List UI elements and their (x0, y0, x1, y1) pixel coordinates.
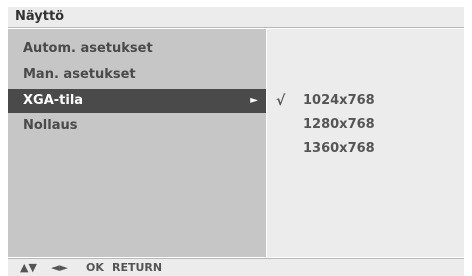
menu-item-label: Nollaus (23, 118, 78, 133)
option-label: 1024x768 (303, 93, 375, 108)
menu-item-label: Autom. asetukset (23, 41, 153, 56)
option-1360x768[interactable]: 1360x768 (276, 137, 456, 161)
leftright-arrows-icon: ◄► (51, 261, 68, 274)
submenu-arrow-icon: ► (250, 95, 258, 106)
option-1280x768[interactable]: 1280x768 (276, 113, 456, 137)
menu-item-label: XGA-tila (23, 93, 84, 108)
option-label: 1360x768 (303, 141, 375, 156)
menu-item-label: Man. asetukset (23, 67, 136, 82)
menu-title: Näyttö (8, 7, 464, 28)
menu-item-nollaus[interactable]: Nollaus (8, 114, 266, 138)
menu-item-xga-tila[interactable]: XGA-tila ► (8, 89, 266, 113)
ok-hint: OK (86, 261, 104, 274)
footer-hint-bar: ▲▼ ◄► OK RETURN (8, 258, 464, 276)
menu-item-man-asetukset[interactable]: Man. asetukset (8, 63, 266, 87)
return-hint: RETURN (112, 261, 163, 274)
checkmark-icon: √ (276, 93, 286, 109)
option-label: 1280x768 (303, 117, 375, 132)
menu-item-autom-asetukset[interactable]: Autom. asetukset (8, 37, 266, 61)
option-1024x768[interactable]: √ 1024x768 (276, 89, 456, 113)
updown-arrows-icon: ▲▼ (20, 261, 37, 274)
osd-menu-window: Näyttö Autom. asetukset Man. asetukset X… (0, 0, 472, 276)
